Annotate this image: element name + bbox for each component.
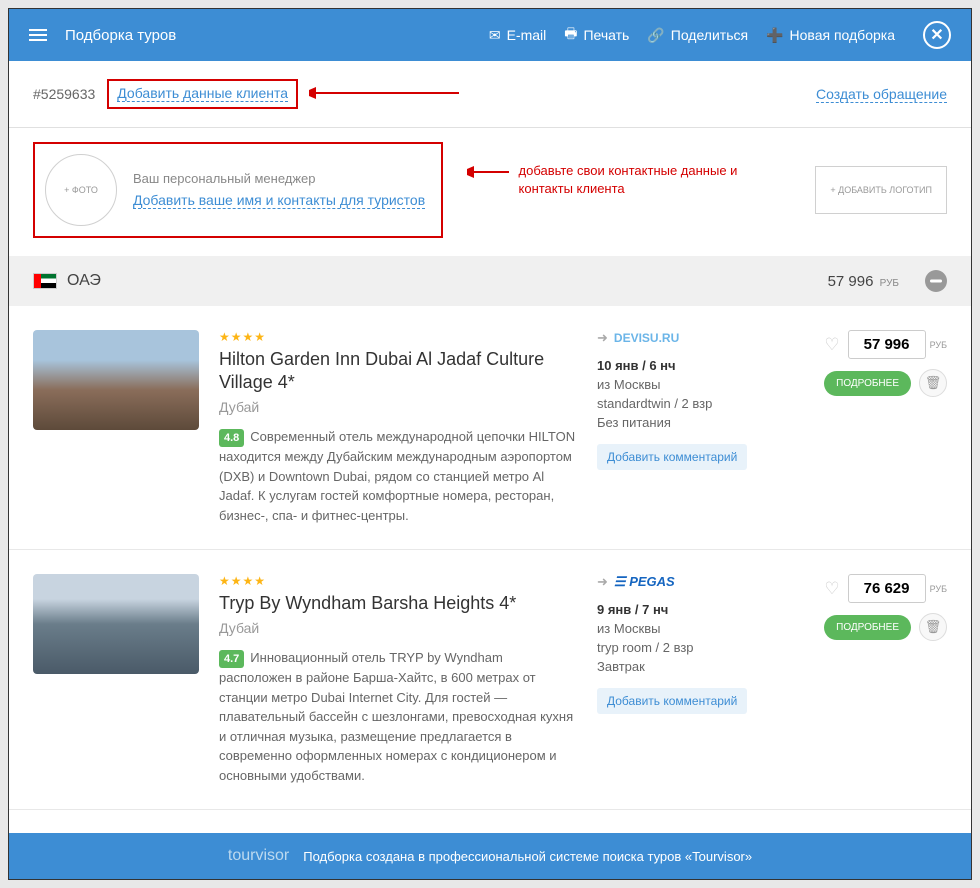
print-icon: 🖶: [564, 23, 577, 47]
annotation-text: добавьте свои контактные данные и контак…: [519, 162, 792, 198]
add-client-link[interactable]: Добавить данные клиента: [117, 85, 288, 102]
subheader: #5259633 Добавить данные клиента Создать…: [9, 61, 971, 128]
tour-from: из Москвы: [597, 377, 797, 392]
order-number: #5259633: [33, 86, 95, 102]
tour-description: 4.7Инновационный отель TRYP by Wyndham р…: [219, 648, 577, 786]
tour-date: 10 янв / 6 нч: [597, 358, 797, 373]
manager-row: + ФОТО Ваш персональный менеджер Добавит…: [9, 128, 971, 256]
add-logo-button[interactable]: + ДОБАВИТЬ ЛОГОТИП: [815, 166, 947, 214]
stars-icon: ★★★★: [219, 574, 577, 588]
tour-item: ★★★★ Tryp By Wyndham Barsha Heights 4* Д…: [9, 550, 971, 810]
country-bar: ОАЭ 57 996 РУБ: [9, 256, 971, 306]
add-comment-button[interactable]: Добавить комментарий: [597, 444, 747, 470]
tour-description: 4.8Современный отель международной цепоч…: [219, 427, 577, 526]
link-icon: 🔗: [647, 27, 664, 44]
tour-room: standardtwin / 2 взр: [597, 396, 797, 411]
price-input[interactable]: 57 996: [848, 330, 926, 359]
tour-from: из Москвы: [597, 621, 797, 636]
delete-button[interactable]: 🗑: [919, 369, 947, 397]
tours-list: ★★★★ Hilton Garden Inn Dubai Al Jadaf Cu…: [9, 306, 971, 833]
manager-highlight: + ФОТО Ваш персональный менеджер Добавит…: [33, 142, 443, 238]
tour-name[interactable]: Tryp By Wyndham Barsha Heights 4*: [219, 592, 577, 615]
tour-image[interactable]: [33, 330, 199, 430]
remove-country-button[interactable]: [925, 270, 947, 292]
add-client-highlight: Добавить данные клиента: [107, 79, 298, 109]
email-icon: ✉: [489, 27, 501, 44]
trash-icon: 🗑: [925, 375, 942, 391]
details-button[interactable]: ПОДРОБНЕЕ: [824, 615, 911, 640]
rating-badge: 4.8: [219, 429, 244, 448]
trash-icon: 🗑: [925, 619, 942, 635]
favorite-icon[interactable]: ♡: [824, 579, 839, 598]
email-button[interactable]: ✉ E-mail: [489, 27, 546, 44]
tour-item: ★★★★ Hilton Garden Inn Dubai Al Jadaf Cu…: [9, 306, 971, 550]
country-name: ОАЭ: [67, 272, 101, 290]
stars-icon: ★★★★: [219, 330, 577, 344]
close-icon: ✕: [930, 25, 943, 45]
tour-image[interactable]: [33, 574, 199, 674]
currency-label: РУБ: [930, 340, 947, 350]
manager-label: Ваш персональный менеджер: [133, 171, 425, 186]
new-label: Новая подборка: [790, 27, 895, 43]
header-bar: Подборка туров ✉ E-mail 🖶 Печать 🔗 Поделить…: [9, 9, 971, 61]
tour-date: 9 янв / 7 нч: [597, 602, 797, 617]
plus-icon: ➕: [766, 27, 783, 44]
page-title: Подборка туров: [65, 27, 176, 44]
country-total-price: 57 996 РУБ: [828, 273, 899, 290]
tour-meal: Без питания: [597, 415, 797, 430]
tour-room: tryp room / 2 взр: [597, 640, 797, 655]
arrow-icon: ➜: [597, 330, 608, 346]
add-comment-button[interactable]: Добавить комментарий: [597, 688, 747, 714]
tour-city: Дубай: [219, 620, 577, 636]
add-photo-button[interactable]: + ФОТО: [45, 154, 117, 226]
footer-logo: tourvisor: [228, 847, 289, 865]
share-label: Поделиться: [671, 27, 748, 43]
print-label: Печать: [583, 27, 629, 43]
add-manager-contacts-link[interactable]: Добавить ваше имя и контакты для туристо…: [133, 192, 425, 209]
arrow-icon: ➜: [597, 574, 608, 590]
tour-city: Дубай: [219, 399, 577, 415]
share-button[interactable]: 🔗 Поделиться: [647, 27, 748, 44]
tour-meal: Завтрак: [597, 659, 797, 674]
price-input[interactable]: 76 629: [848, 574, 926, 603]
footer-text: Подборка создана в профессиональной сист…: [303, 849, 752, 864]
rating-badge: 4.7: [219, 650, 244, 669]
annotation-arrow-1: [309, 85, 459, 101]
delete-button[interactable]: 🗑: [919, 613, 947, 641]
details-button[interactable]: ПОДРОБНЕЕ: [824, 371, 911, 396]
tour-name[interactable]: Hilton Garden Inn Dubai Al Jadaf Culture…: [219, 348, 577, 395]
new-selection-button[interactable]: ➕ Новая подборка: [766, 27, 895, 44]
uae-flag-icon: [33, 273, 57, 289]
tour-operator: ➜ DEVISU.RU: [597, 330, 797, 346]
close-button[interactable]: ✕: [923, 21, 951, 49]
menu-icon[interactable]: [29, 29, 47, 41]
email-label: E-mail: [507, 27, 547, 43]
create-request-link[interactable]: Создать обращение: [816, 86, 947, 103]
print-button[interactable]: 🖶 Печать: [564, 23, 629, 47]
currency-label: РУБ: [930, 584, 947, 594]
footer: tourvisor Подборка создана в профессиона…: [9, 833, 971, 879]
annotation-arrow-2: [467, 166, 509, 178]
favorite-icon[interactable]: ♡: [824, 335, 839, 354]
tour-operator: ➜ ☰ PEGAS: [597, 574, 797, 590]
